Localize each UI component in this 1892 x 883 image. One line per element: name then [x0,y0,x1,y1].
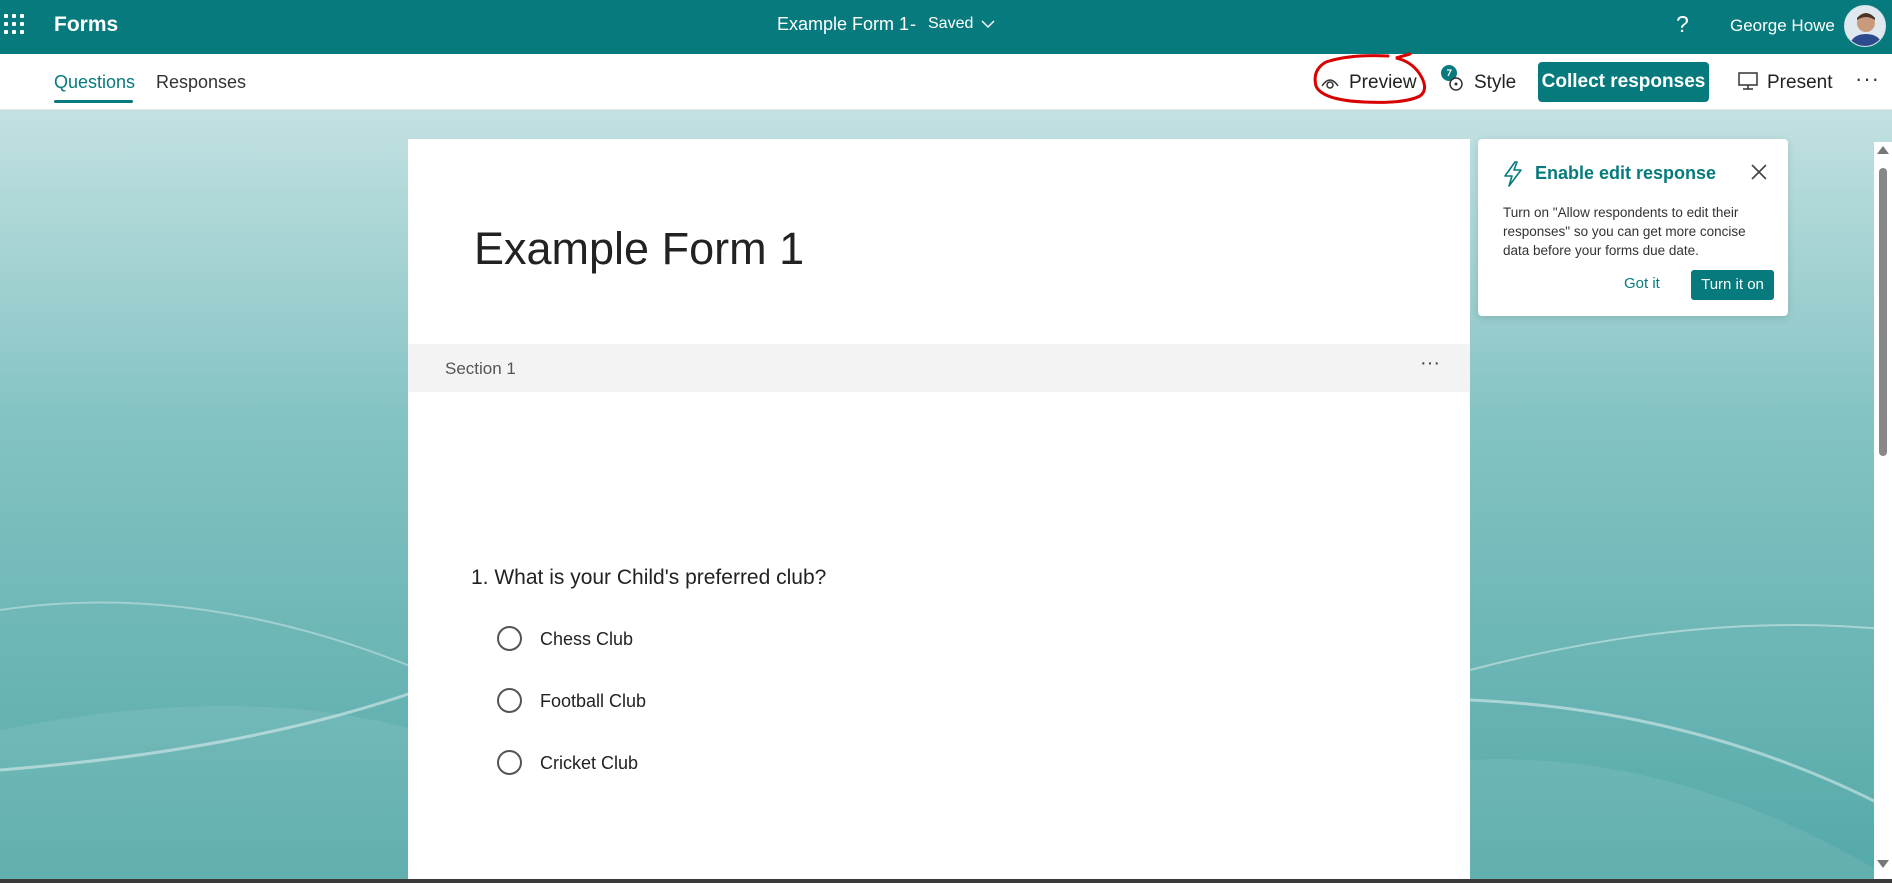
section-label: Section 1 [445,359,516,378]
tab-responses[interactable]: Responses [156,72,246,93]
popup-body: Turn on "Allow respondents to edit their… [1503,205,1746,258]
title-separator: - [910,14,916,34]
radio-button[interactable] [497,688,522,713]
style-button[interactable]: Style [1474,72,1516,94]
style-palette-icon[interactable] [1438,64,1466,94]
user-name[interactable]: George Howe [1730,16,1835,36]
help-icon[interactable]: ? [1676,11,1689,38]
save-status: Saved [928,15,974,32]
section-header: Section 1 ··· [408,344,1470,392]
scroll-up-arrow-icon[interactable] [1877,146,1889,154]
section-more-icon[interactable]: ··· [1420,352,1440,375]
vertical-scrollbar[interactable] [1874,142,1892,879]
scroll-down-arrow-icon[interactable] [1877,860,1889,868]
turn-it-on-button[interactable]: Turn it on [1691,270,1774,300]
option-label: Football Club [540,691,647,711]
popup-title: Enable edit response [1535,163,1717,183]
annotation-circle [1313,52,1427,104]
tab-questions[interactable]: Questions [54,72,135,93]
active-tab-indicator [54,100,133,103]
command-bar: Questions Responses Preview Style Collec… [0,52,1892,110]
radio-button[interactable] [497,626,522,651]
got-it-button[interactable]: Got it [1624,275,1660,292]
present-monitor-icon[interactable] [1737,70,1759,92]
avatar[interactable] [1844,5,1886,47]
radio-button[interactable] [497,750,522,775]
chevron-down-icon[interactable] [980,16,996,32]
close-icon[interactable] [1750,163,1768,181]
waffle-icon[interactable] [4,14,24,34]
question-text[interactable]: 1. What is your Child's preferred club? [471,566,826,590]
app-name[interactable]: Forms [54,13,118,37]
document-title[interactable]: Example Form 1 [777,14,909,35]
bottom-strip [0,879,1892,883]
app-bar: Forms Example Form 1 - Saved ? George Ho… [0,0,1892,54]
option-label: Cricket Club [540,753,639,773]
form-title[interactable]: Example Form 1 [474,223,804,275]
enable-edit-response-popup: Enable edit response Turn on "Allow resp… [1478,139,1788,316]
option-label: Chess Club [540,629,634,649]
form-card: Example Form 1 Section 1 ··· 1. What is … [408,139,1470,879]
more-icon[interactable]: ··· [1855,66,1880,92]
collect-responses-button[interactable]: Collect responses [1538,62,1709,102]
lightning-icon [1504,161,1522,187]
scrollbar-thumb[interactable] [1879,168,1887,456]
present-button[interactable]: Present [1767,72,1832,94]
